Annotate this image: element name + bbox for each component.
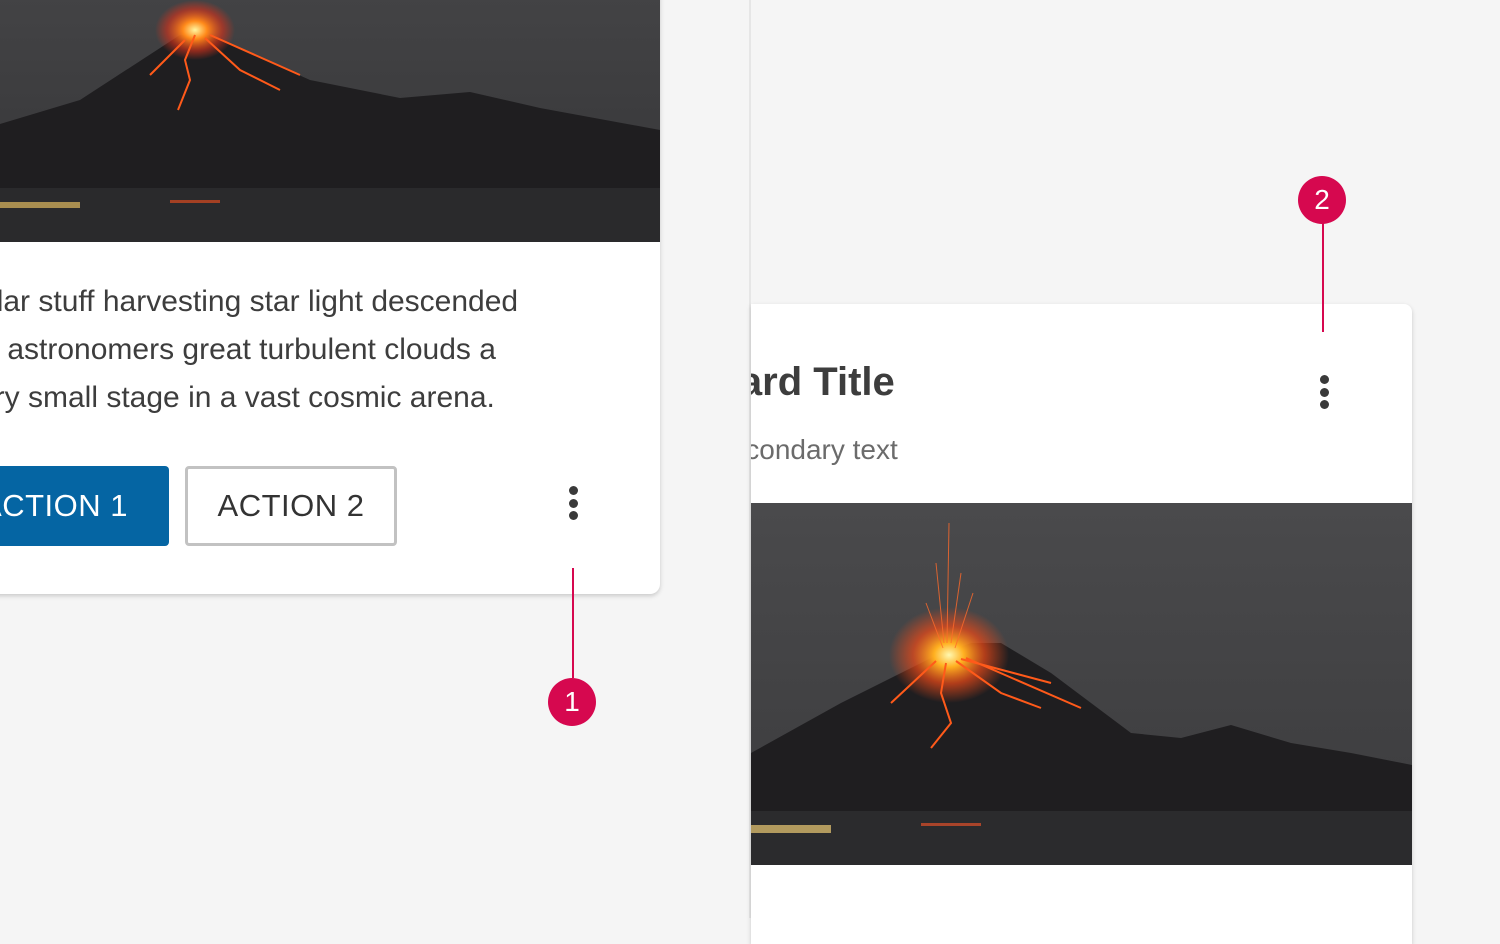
card-secondary-text: Secondary text [751, 434, 898, 465]
volcano-image [0, 0, 660, 242]
action-2-button[interactable]: ACTION 2 [185, 466, 397, 546]
kebab-dot [1319, 400, 1329, 409]
volcano-image-graphic [751, 503, 1412, 865]
action-1-button[interactable]: ACTION 1 [0, 466, 169, 546]
card-body-text: Solar stuff harvesting star light descen… [0, 278, 620, 422]
kebab-dot [568, 498, 578, 508]
kebab-dot [1319, 387, 1329, 397]
volcano-image-graphic [0, 0, 660, 242]
body-line-1: Solar stuff harvesting star light descen… [0, 285, 519, 318]
volcano-image [751, 503, 1412, 865]
callout-1-leader-line [572, 568, 574, 678]
kebab-dot [568, 511, 578, 520]
callout-2-leader-line [1322, 222, 1324, 332]
card-title: Card Title [751, 360, 895, 404]
callout-2-badge: 2 [1298, 176, 1346, 224]
callout-1-badge: 1 [548, 678, 596, 726]
kebab-dot [1319, 375, 1329, 384]
more-vertical-icon[interactable] [1312, 375, 1336, 409]
card-left: Solar stuff harvesting star light descen… [0, 0, 660, 594]
card-right: Card Title Secondary text [751, 304, 1412, 944]
body-line-2: from astronomers great turbulent clouds … [0, 333, 496, 366]
body-line-3: very small stage in a vast cosmic arena. [0, 381, 495, 414]
more-vertical-icon[interactable] [561, 486, 585, 520]
kebab-dot [568, 486, 578, 495]
